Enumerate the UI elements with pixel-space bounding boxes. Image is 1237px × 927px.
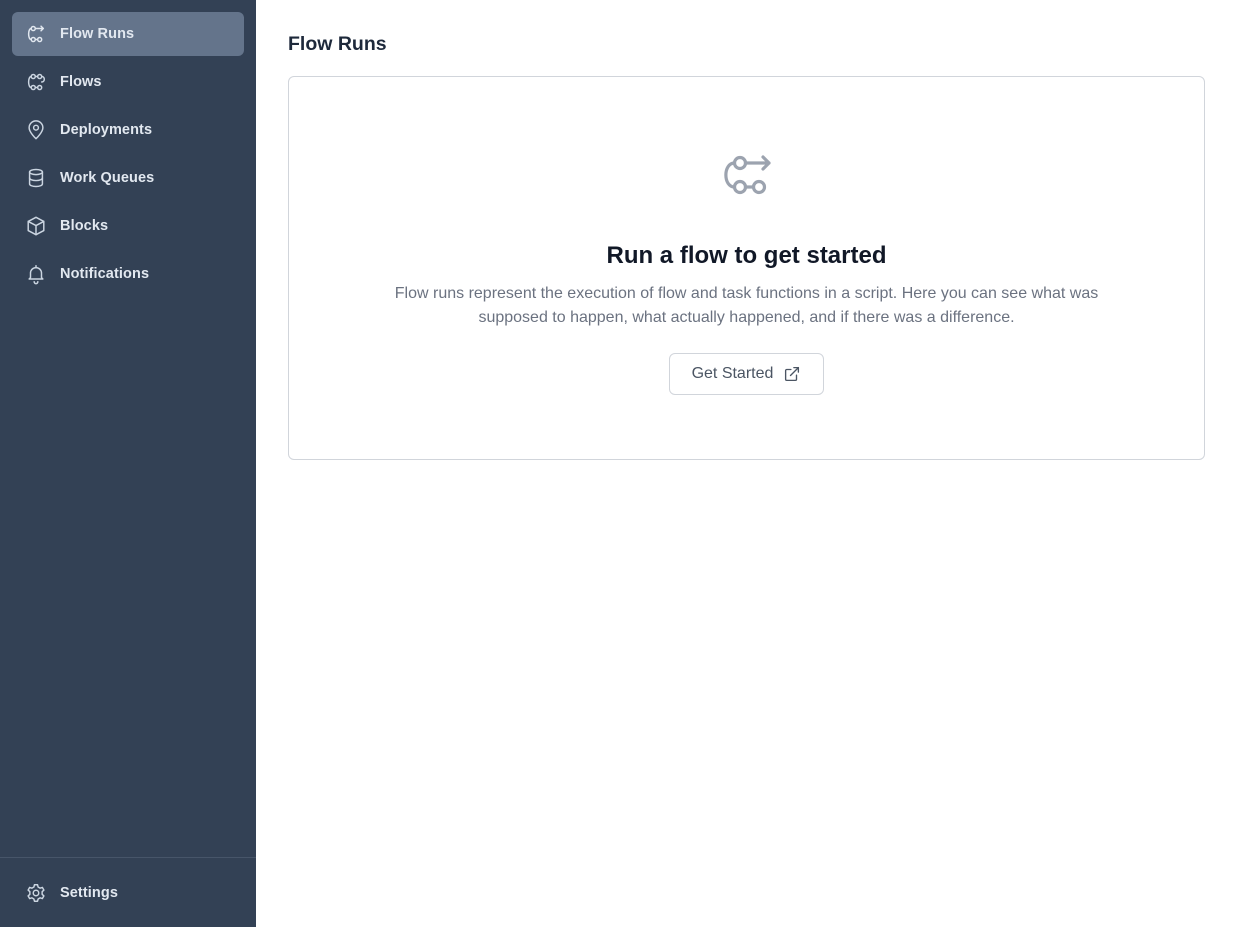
sidebar-nav: Flow Runs Flows Deployments Work Queues … xyxy=(12,12,244,300)
sidebar-item-settings[interactable]: Settings xyxy=(12,871,244,915)
gear-icon xyxy=(24,881,48,905)
sidebar-item-blocks[interactable]: Blocks xyxy=(12,204,244,248)
empty-state-card: Run a flow to get started Flow runs repr… xyxy=(288,76,1205,460)
sidebar: Flow Runs Flows Deployments Work Queues … xyxy=(0,0,256,927)
bell-icon xyxy=(24,262,48,286)
empty-state-heading: Run a flow to get started xyxy=(606,242,887,269)
cube-icon xyxy=(24,214,48,238)
empty-state-description: Flow runs represent the execution of flo… xyxy=(394,285,1099,326)
sidebar-item-label: Notifications xyxy=(60,266,150,282)
flow-runs-icon xyxy=(24,22,48,46)
flow-runs-icon xyxy=(719,153,775,201)
flows-icon xyxy=(24,70,48,94)
app: Flow Runs Flows Deployments Work Queues … xyxy=(0,0,1237,927)
sidebar-item-label: Settings xyxy=(60,885,118,901)
sidebar-item-work-queues[interactable]: Work Queues xyxy=(12,156,244,200)
sidebar-item-notifications[interactable]: Notifications xyxy=(12,252,244,296)
sidebar-item-label: Flow Runs xyxy=(60,26,135,42)
sidebar-item-deployments[interactable]: Deployments xyxy=(12,108,244,152)
sidebar-item-label: Flows xyxy=(60,74,102,90)
get-started-button[interactable]: Get Started xyxy=(669,353,824,395)
get-started-label: Get Started xyxy=(691,365,774,382)
sidebar-item-flows[interactable]: Flows xyxy=(12,60,244,104)
sidebar-divider xyxy=(0,857,256,858)
external-link-icon xyxy=(783,365,801,383)
map-pin-icon xyxy=(24,118,48,142)
sidebar-item-flow-runs[interactable]: Flow Runs xyxy=(12,12,244,56)
page-title: Flow Runs xyxy=(288,33,387,55)
main-content: Flow Runs Run a flow to get started Flow… xyxy=(256,0,1237,927)
sidebar-item-label: Work Queues xyxy=(60,170,155,186)
sidebar-item-label: Blocks xyxy=(60,218,109,234)
database-icon xyxy=(24,166,48,190)
sidebar-settings: Settings xyxy=(12,871,244,919)
sidebar-item-label: Deployments xyxy=(60,122,153,138)
